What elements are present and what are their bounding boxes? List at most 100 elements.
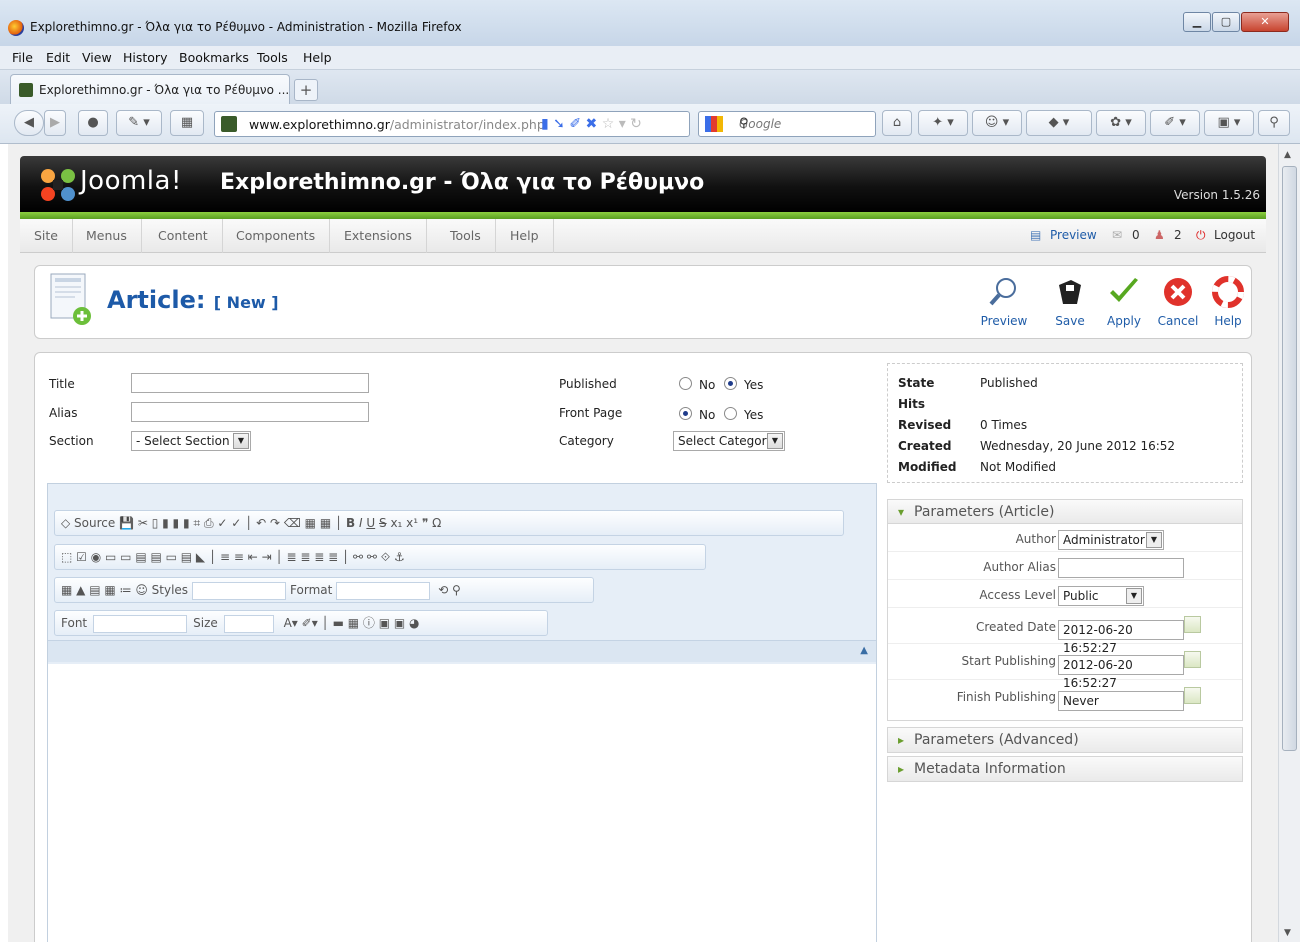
cancel-icon — [1164, 278, 1192, 306]
published-no-label: No — [699, 378, 716, 392]
scroll-up-arrow-icon[interactable]: ▲ — [1284, 150, 1291, 160]
help-button[interactable]: Help — [1201, 274, 1255, 334]
home-button[interactable]: ⌂ — [882, 110, 912, 136]
frontpage-yes-radio[interactable] — [724, 407, 737, 420]
state-value: Published — [980, 376, 1038, 390]
menu-help[interactable]: Help — [496, 219, 554, 253]
page-title: Article: [ New ] — [107, 286, 279, 314]
save-button[interactable]: Save — [1043, 274, 1097, 334]
menu-tools[interactable]: Tools — [257, 50, 288, 65]
author-row: Author Administrator ▼ — [888, 524, 1242, 552]
section-label: Section — [49, 434, 94, 448]
start-publishing-input[interactable]: 2012-06-20 16:52:27 — [1058, 655, 1184, 690]
addon-button-4[interactable]: ✿ ▾ — [1096, 110, 1146, 136]
close-window-button[interactable]: ✕ — [1241, 12, 1289, 32]
addon-button-1[interactable]: ✦ ▾ — [918, 110, 968, 136]
menu-content[interactable]: Content — [144, 219, 223, 253]
maximize-button[interactable]: ▢ — [1212, 12, 1240, 32]
published-no-radio[interactable] — [679, 377, 692, 390]
start-publishing-label: Start Publishing — [961, 654, 1056, 668]
addon-button-2[interactable]: ☺ ▾ — [972, 110, 1022, 136]
youtube-button[interactable]: ▣ ▾ — [1204, 110, 1254, 136]
messages-count[interactable]: 0 — [1132, 228, 1140, 242]
editor-toolbar-row-4: Font Size A▾ ✐▾ │ ▬ ▦ ⓘ ▣ ▣ ◕ — [54, 610, 548, 636]
styles-select[interactable] — [192, 581, 287, 600]
joomla-wordmark: Joomla! — [80, 166, 182, 196]
editor-content-area[interactable] — [48, 664, 876, 942]
pencil-icon[interactable]: ✎ ▾ — [116, 110, 162, 136]
joomla-logo-icon — [41, 169, 75, 201]
cancel-button[interactable]: Cancel — [1151, 274, 1205, 334]
metadata-information-header[interactable]: Metadata Information — [887, 756, 1243, 782]
font-select[interactable] — [93, 614, 188, 633]
scrollbar-thumb[interactable] — [1282, 166, 1297, 751]
collapse-arrow-icon[interactable]: ▲ — [860, 645, 868, 656]
users-icon: ♟ — [1154, 228, 1165, 242]
menu-tools[interactable]: Tools — [436, 219, 496, 253]
font-label: Font — [61, 616, 88, 630]
size-select[interactable] — [223, 614, 274, 633]
editor-collapse-strip[interactable]: ▲ — [48, 640, 876, 662]
menu-menus[interactable]: Menus — [72, 219, 142, 253]
apply-button[interactable]: Apply — [1097, 274, 1151, 334]
page-scrollbar[interactable]: ▲ ▼ — [1278, 144, 1300, 942]
lifebuoy-icon — [1212, 276, 1244, 308]
author-select[interactable]: Administrator ▼ — [1058, 530, 1164, 550]
back-button[interactable]: ◀ — [14, 110, 44, 136]
parameters-advanced-header[interactable]: Parameters (Advanced) — [887, 727, 1243, 753]
calendar-icon[interactable] — [1184, 687, 1201, 704]
menu-edit[interactable]: Edit — [46, 50, 70, 65]
format-select[interactable] — [336, 581, 431, 600]
source-button[interactable]: ◇ Source 💾 ✂ ▯ ▮ ▮ ▮ ⌗ ⎙ ✓ ✓ │ ↶ ↷ ⌫ ▦ ▦… — [61, 516, 441, 530]
menu-file[interactable]: File — [12, 50, 33, 65]
created-label: Created — [898, 439, 952, 453]
addon-icons[interactable]: ▮ ➘ ✐ ✖ ☆ ▾ ↻ — [541, 116, 642, 132]
menu-components[interactable]: Components — [222, 219, 331, 253]
state-label: State — [898, 376, 935, 390]
floppy-disk-icon — [1059, 280, 1081, 304]
author-alias-label: Author Alias — [983, 560, 1056, 574]
browser-tab[interactable]: Explorethimno.gr - Όλα για το Ρέθυμνο ..… — [10, 74, 290, 104]
menu-view[interactable]: View — [82, 50, 112, 65]
frontpage-no-radio[interactable] — [679, 407, 692, 420]
search-icon[interactable]: ⚲ — [739, 116, 869, 131]
calendar-icon[interactable] — [1184, 651, 1201, 668]
scroll-down-arrow-icon[interactable]: ▼ — [1284, 928, 1291, 938]
search-box[interactable]: Google ⚲ — [698, 111, 876, 137]
menu-help[interactable]: Help — [303, 50, 332, 65]
access-level-select[interactable]: Public ▼ — [1058, 586, 1144, 606]
users-count[interactable]: 2 — [1174, 228, 1182, 242]
parameters-article-header[interactable]: Parameters (Article) — [888, 500, 1242, 524]
addon-button-5[interactable]: ✐ ▾ — [1150, 110, 1200, 136]
address-bar[interactable]: www.explorethimno.gr/administrator/index… — [214, 111, 690, 137]
puzzle-icon[interactable]: ▦ — [170, 110, 204, 136]
logout-link[interactable]: Logout — [1214, 228, 1255, 242]
menu-extensions[interactable]: Extensions — [330, 219, 427, 253]
published-yes-label: Yes — [744, 378, 764, 392]
section-select[interactable]: - Select Section - ▼ — [131, 431, 251, 451]
title-input[interactable] — [131, 373, 369, 393]
author-alias-input[interactable] — [1058, 558, 1184, 578]
new-tab-button[interactable]: + — [294, 79, 318, 101]
alias-input[interactable] — [131, 402, 369, 422]
preview-button[interactable]: Preview — [977, 274, 1031, 334]
menu-history[interactable]: History — [123, 50, 167, 65]
finish-publishing-input[interactable]: Never — [1058, 691, 1184, 711]
category-select[interactable]: Select Category ▼ — [673, 431, 785, 451]
google-icon — [705, 116, 723, 132]
firefox-icon — [8, 20, 24, 36]
addon-button-3[interactable]: ◆ ▾ — [1026, 110, 1092, 136]
tab-title: Explorethimno.gr - Όλα για το Ρέθυμνο ..… — [39, 83, 290, 97]
menu-site[interactable]: Site — [20, 219, 73, 253]
preview-link[interactable]: Preview — [1050, 228, 1097, 242]
menu-bookmarks[interactable]: Bookmarks — [179, 50, 249, 65]
addon-icon[interactable]: ● — [78, 110, 108, 136]
minimize-button[interactable]: ▁ — [1183, 12, 1211, 32]
calendar-icon[interactable] — [1184, 616, 1201, 633]
joomla-header: Joomla! Explorethimno.gr - Όλα για το Ρέ… — [20, 156, 1266, 212]
forward-button[interactable]: ▶ — [44, 110, 66, 136]
published-yes-radio[interactable] — [724, 377, 737, 390]
article-toolbar: Article: [ New ] Preview Save Apply Canc… — [34, 265, 1252, 339]
created-date-input[interactable]: 2012-06-20 16:52:27 — [1058, 620, 1184, 655]
zoom-search-button[interactable]: ⚲ — [1258, 110, 1290, 136]
